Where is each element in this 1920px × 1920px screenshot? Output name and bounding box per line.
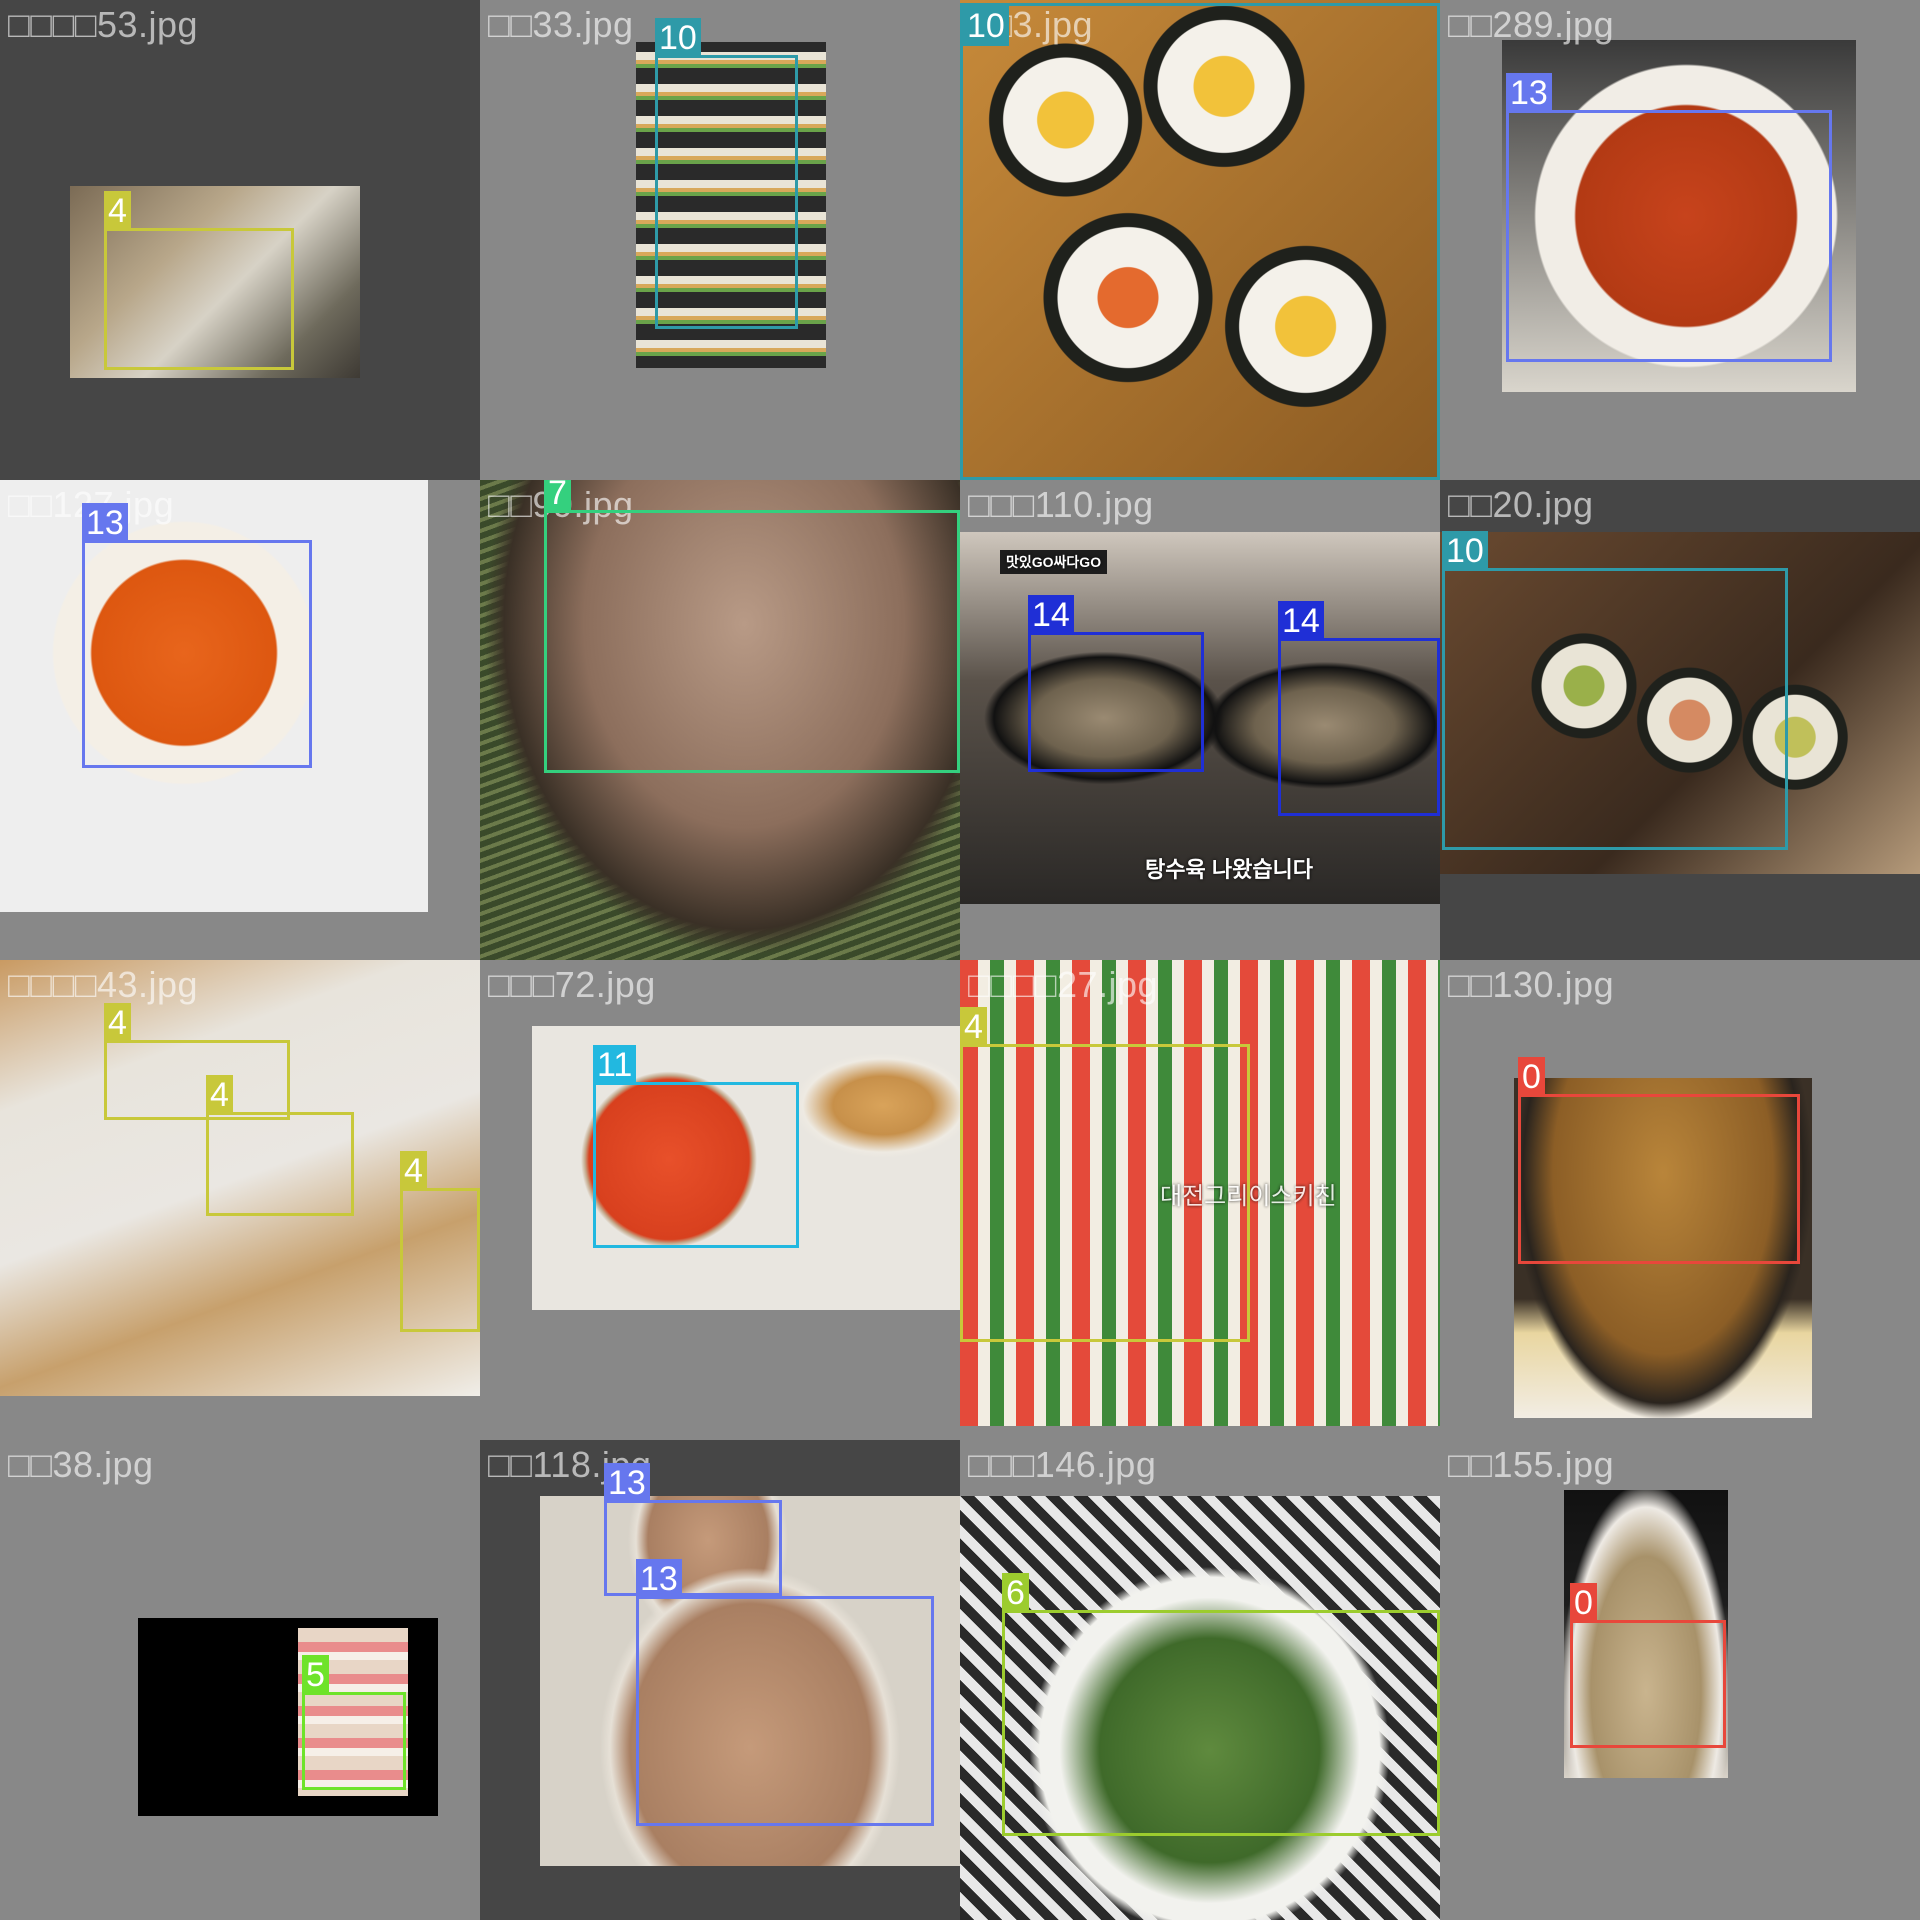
tile-filename: □□□□27.jpg bbox=[968, 964, 1159, 1005]
bounding-box: 13 bbox=[82, 503, 312, 768]
class-label: 4 bbox=[104, 1003, 131, 1043]
bounding-box: 11 bbox=[593, 1045, 799, 1248]
bounding-box: 7 bbox=[544, 480, 960, 773]
class-label: 0 bbox=[1570, 1583, 1597, 1623]
tile-13: □□38.jpg 5 bbox=[0, 1440, 480, 1920]
class-label: 13 bbox=[604, 1463, 650, 1503]
tile-7: 맛있GO싸다GO □□□110.jpg 탕수육 나왔습니다 14 14 bbox=[960, 480, 1440, 960]
video-caption-top: 맛있GO싸다GO bbox=[1000, 550, 1108, 574]
tile-5: □□127.jpg 13 bbox=[0, 480, 480, 960]
bounding-box: 14 bbox=[1278, 601, 1440, 816]
tile-12: □□130.jpg 0 bbox=[1440, 960, 1920, 1440]
tile-14: □□118.jpg 13 13 bbox=[480, 1440, 960, 1920]
class-label: 0 bbox=[1518, 1057, 1545, 1097]
class-label: 14 bbox=[1028, 595, 1074, 635]
tile-16: □□155.jpg 0 bbox=[1440, 1440, 1920, 1920]
class-label: 4 bbox=[400, 1151, 427, 1191]
class-label: 10 bbox=[963, 6, 1009, 46]
class-label: 10 bbox=[655, 18, 701, 58]
class-label: 7 bbox=[544, 480, 571, 513]
tile-4: □□289.jpg 13 bbox=[1440, 0, 1920, 480]
class-label: 4 bbox=[206, 1075, 233, 1115]
bounding-box: 6 bbox=[1002, 1573, 1440, 1836]
bounding-box: 4 bbox=[206, 1075, 354, 1216]
tile-filename: □□□□53.jpg bbox=[8, 4, 199, 45]
class-label: 14 bbox=[1278, 601, 1324, 641]
detection-mosaic: □□□□53.jpg 4 □□33.jpg 10 □□3.jpg 10 □□28… bbox=[0, 0, 1920, 1920]
bounding-box: 13 bbox=[1506, 73, 1832, 362]
class-label: 13 bbox=[1506, 73, 1552, 113]
class-label: 4 bbox=[104, 191, 131, 231]
bounding-box: 4 bbox=[104, 1003, 290, 1120]
bounding-box: 10 bbox=[1442, 531, 1788, 850]
bounding-box: 13 bbox=[636, 1559, 934, 1826]
bounding-box: 4 bbox=[960, 1007, 1250, 1342]
bounding-box: 14 bbox=[1028, 595, 1204, 772]
tile-filename: □□20.jpg bbox=[1448, 484, 1594, 525]
bounding-box: 10 bbox=[655, 18, 798, 329]
bounding-box: 0 bbox=[1518, 1057, 1800, 1264]
class-label: 6 bbox=[1002, 1573, 1029, 1613]
bounding-box: 10 bbox=[960, 3, 1440, 480]
tile-filename: □□□□43.jpg bbox=[8, 964, 199, 1005]
tile-3: □□3.jpg 10 bbox=[960, 0, 1440, 480]
video-caption-bottom: 탕수육 나왔습니다 bbox=[1145, 857, 1314, 882]
class-label: 13 bbox=[82, 503, 128, 543]
bounding-box: 0 bbox=[1570, 1583, 1726, 1748]
tile-filename: □□289.jpg bbox=[1448, 4, 1615, 45]
bounding-box: 4 bbox=[400, 1151, 480, 1332]
class-label: 4 bbox=[960, 1007, 987, 1047]
tile-filename: □□□146.jpg bbox=[968, 1444, 1157, 1485]
class-label: 5 bbox=[302, 1655, 329, 1695]
tile-filename: □□33.jpg bbox=[488, 4, 634, 45]
tile-6: □□99.jpg 7 bbox=[480, 480, 960, 960]
class-label: 11 bbox=[593, 1045, 637, 1085]
tile-2: □□33.jpg 10 bbox=[480, 0, 960, 480]
tile-filename: □□38.jpg bbox=[8, 1444, 154, 1485]
tile-filename: □□130.jpg bbox=[1448, 964, 1615, 1005]
tile-filename: □□□110.jpg bbox=[968, 484, 1154, 525]
tile-filename: □□155.jpg bbox=[1448, 1444, 1615, 1485]
tile-8: □□20.jpg 10 bbox=[1440, 480, 1920, 960]
tile-1: □□□□53.jpg 4 bbox=[0, 0, 480, 480]
tile-15: □□□146.jpg 6 bbox=[960, 1440, 1440, 1920]
bounding-box: 5 bbox=[302, 1655, 406, 1790]
bounding-box: 13 bbox=[604, 1463, 782, 1596]
tile-11: 대전그리이스키친 □□□□27.jpg 4 bbox=[960, 960, 1440, 1440]
class-label: 13 bbox=[636, 1559, 682, 1599]
tile-10: □□□72.jpg 11 bbox=[480, 960, 960, 1440]
tile-9: □□□□43.jpg 4 4 4 bbox=[0, 960, 480, 1440]
tile-filename: □□□72.jpg bbox=[488, 964, 656, 1005]
class-label: 10 bbox=[1442, 531, 1488, 571]
bounding-box: 4 bbox=[104, 191, 294, 370]
